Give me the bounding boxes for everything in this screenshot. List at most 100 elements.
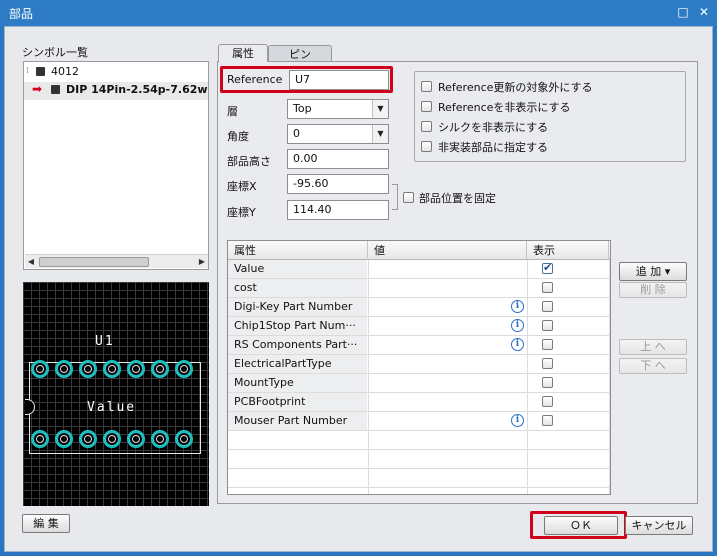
close-icon[interactable]: ✕ (696, 4, 712, 20)
table-row[interactable] (228, 450, 610, 469)
layer-select[interactable]: Top ▼ (287, 99, 389, 119)
table-row[interactable] (228, 431, 610, 450)
table-row[interactable]: PCBFootprint (228, 393, 610, 412)
y-coord-input[interactable]: 114.40 (287, 200, 389, 220)
move-down-button[interactable]: 下 へ (619, 358, 687, 374)
attributes-table[interactable]: 属性 値 表示 Value ✔ cost Digi-Key Part Number i C… (227, 240, 611, 495)
cancel-button[interactable]: キャンセル (625, 516, 693, 535)
info-icon[interactable]: i (511, 338, 524, 351)
attribute-value[interactable]: i (368, 317, 527, 335)
attribute-value[interactable] (368, 393, 527, 411)
attribute-name: PCBFootprint (228, 393, 367, 411)
attribute-display-cell (527, 279, 609, 297)
attribute-display-cell (527, 298, 609, 316)
table-row[interactable]: cost (228, 279, 610, 298)
table-row[interactable]: RS Components Part··· i (228, 336, 610, 355)
pad (103, 430, 121, 448)
height-input[interactable]: 0.00 (287, 149, 389, 169)
column-divider (609, 260, 610, 494)
attribute-display-cell (527, 336, 609, 354)
attribute-value[interactable]: i (368, 336, 527, 354)
maximize-icon[interactable]: □ (675, 4, 691, 20)
attribute-display-cell (527, 393, 609, 411)
option-checkbox[interactable] (421, 101, 432, 112)
option-checkbox[interactable] (421, 121, 432, 132)
tab-attributes[interactable]: 属性 (218, 44, 268, 62)
table-row[interactable] (228, 469, 610, 488)
pad (55, 430, 73, 448)
column-header[interactable]: 属性 (228, 241, 368, 260)
chip-icon (51, 85, 60, 94)
attribute-value[interactable] (368, 279, 527, 297)
attribute-value[interactable] (368, 374, 527, 392)
info-icon[interactable]: i (511, 319, 524, 332)
angle-select[interactable]: 0 ▼ (287, 124, 389, 144)
table-row[interactable]: MountType (228, 374, 610, 393)
reference-highlight (220, 66, 393, 93)
tree-item-4012[interactable]: ⁞ 4012 (24, 64, 208, 82)
pad (31, 360, 49, 378)
preview-ref-label: U1 (95, 334, 115, 349)
attribute-name: Value (228, 260, 367, 278)
table-row[interactable]: Value ✔ (228, 260, 610, 279)
display-checkbox[interactable] (542, 339, 553, 350)
x-coord-label: 座標X (227, 180, 257, 193)
link-bracket (392, 184, 398, 210)
display-checkbox[interactable] (542, 396, 553, 407)
table-row[interactable]: Digi-Key Part Number i (228, 298, 610, 317)
pad (127, 360, 145, 378)
layer-select-value: Top (293, 102, 312, 115)
move-up-button[interactable]: 上 へ (619, 339, 687, 355)
display-checkbox[interactable] (542, 358, 553, 369)
pad (175, 360, 193, 378)
column-header[interactable]: 値 (368, 241, 527, 260)
info-icon[interactable]: i (511, 300, 524, 313)
table-row[interactable]: ElectricalPartType (228, 355, 610, 374)
option-label: Reference更新の対象外にする (438, 81, 593, 94)
scroll-left-icon[interactable]: ◀ (25, 255, 37, 269)
option-label: Referenceを非表示にする (438, 101, 571, 114)
pad (151, 430, 169, 448)
display-checkbox[interactable]: ✔ (542, 261, 553, 274)
display-checkbox[interactable] (542, 282, 553, 293)
chevron-down-icon[interactable]: ▼ (372, 125, 388, 143)
edit-button[interactable]: 編 集 (22, 514, 70, 533)
attribute-name: Digi-Key Part Number (228, 298, 367, 316)
fix-position-checkbox[interactable] (403, 192, 414, 203)
dialog-body: シンボル一覧 ⁞ 4012 ➡ DIP 14Pin-2.54p-7.62w ◀ … (4, 26, 713, 552)
display-checkbox[interactable] (542, 377, 553, 388)
attribute-value[interactable] (368, 355, 527, 373)
display-checkbox[interactable] (542, 320, 553, 331)
table-row[interactable]: Chip1Stop Part Num··· i (228, 317, 610, 336)
column-divider (527, 260, 528, 494)
tree-item-label: 4012 (51, 65, 79, 78)
x-coord-input[interactable]: -95.60 (287, 174, 389, 194)
symbol-tree[interactable]: ⁞ 4012 ➡ DIP 14Pin-2.54p-7.62w ◀ ▶ (23, 61, 209, 270)
option-label: 非実装部品に指定する (438, 141, 548, 154)
column-header[interactable]: 表示 (527, 241, 609, 260)
attribute-name: Chip1Stop Part Num··· (228, 317, 367, 335)
tree-item-dip14[interactable]: ➡ DIP 14Pin-2.54p-7.62w (24, 82, 208, 100)
attribute-display-cell (527, 412, 609, 430)
column-divider (368, 260, 369, 494)
option-checkbox[interactable] (421, 81, 432, 92)
attribute-value[interactable]: i (368, 412, 527, 430)
options-group: Reference更新の対象外にする Referenceを非表示にする シルクを… (414, 71, 686, 162)
chevron-down-icon[interactable]: ▼ (372, 100, 388, 118)
delete-button[interactable]: 削 除 (619, 282, 687, 298)
option-checkbox[interactable] (421, 141, 432, 152)
check-icon: ✔ (543, 261, 553, 274)
scroll-thumb[interactable] (39, 257, 149, 267)
info-icon[interactable]: i (511, 414, 524, 427)
table-row[interactable]: Mouser Part Number i (228, 412, 610, 431)
window-title: 部品 (9, 7, 34, 21)
attribute-value[interactable] (368, 260, 527, 278)
attribute-display-cell (527, 355, 609, 373)
display-checkbox[interactable] (542, 301, 553, 312)
display-checkbox[interactable] (542, 415, 553, 426)
tree-horizontal-scrollbar[interactable]: ◀ ▶ (25, 254, 208, 268)
attribute-value[interactable]: i (368, 298, 527, 316)
scroll-right-icon[interactable]: ▶ (196, 255, 208, 269)
pad (127, 430, 145, 448)
add-button[interactable]: 追 加 ▾ (619, 262, 687, 281)
